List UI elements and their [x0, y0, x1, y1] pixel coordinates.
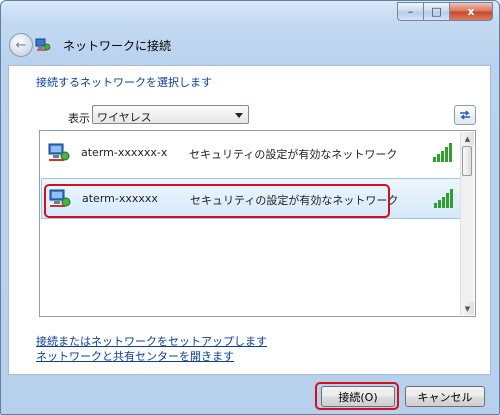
refresh-button[interactable] [454, 105, 476, 125]
cancel-button[interactable]: キャンセル [405, 386, 485, 407]
network-row[interactable]: aterm-xxxxxx-x セキュリティの設定が有効なネットワーク [41, 133, 462, 174]
chevron-down-icon [235, 113, 243, 118]
page-heading: 接続するネットワークを選択します [36, 76, 212, 89]
back-button[interactable]: ← [9, 33, 33, 57]
network-security: セキュリティの設定が有効なネットワーク [189, 148, 398, 161]
sharing-center-link[interactable]: ネットワークと共有センターを開きます [36, 348, 234, 364]
caption-buttons: – □ x [397, 2, 493, 21]
setup-connection-link[interactable]: 接続またはネットワークをセットアップします [36, 333, 267, 349]
connect-network-window: – □ x ← ネットワークに接続 接続するネットワークを選択します 表示 ワイ… [0, 0, 500, 415]
close-button[interactable]: x [449, 2, 493, 21]
content-panel: 接続するネットワークを選択します 表示 ワイヤレス aterm-xxxxxx-x… [8, 65, 491, 375]
navigation-bar: ← ネットワークに接続 [1, 25, 499, 65]
signal-strength-icon [434, 189, 453, 208]
scroll-up-icon[interactable]: ▲ [461, 132, 474, 145]
signal-strength-icon [433, 143, 452, 162]
scroll-down-icon[interactable]: ▼ [461, 302, 474, 315]
network-icon [35, 38, 51, 51]
network-ssid: aterm-xxxxxx-x [81, 146, 168, 159]
network-filter-select[interactable]: ワイヤレス [92, 105, 249, 124]
show-label: 表示 [68, 112, 90, 125]
minimize-button[interactable]: – [397, 2, 423, 21]
dialog-footer: 接続(O) キャンセル [1, 375, 499, 415]
maximize-button[interactable]: □ [423, 2, 449, 21]
title-bar[interactable]: – □ x [1, 1, 499, 25]
network-filter-value: ワイヤレス [97, 111, 152, 124]
highlight-frame [44, 184, 390, 218]
refresh-icon [460, 110, 470, 120]
list-scrollbar[interactable]: ▲ ▼ [460, 132, 474, 315]
back-arrow-icon: ← [15, 37, 27, 53]
network-list[interactable]: aterm-xxxxxx-x セキュリティの設定が有効なネットワーク aterm… [39, 130, 476, 317]
scroll-thumb[interactable] [462, 146, 472, 176]
network-icon [48, 143, 70, 161]
window-title: ネットワークに接続 [63, 39, 172, 53]
highlight-frame [315, 382, 399, 410]
